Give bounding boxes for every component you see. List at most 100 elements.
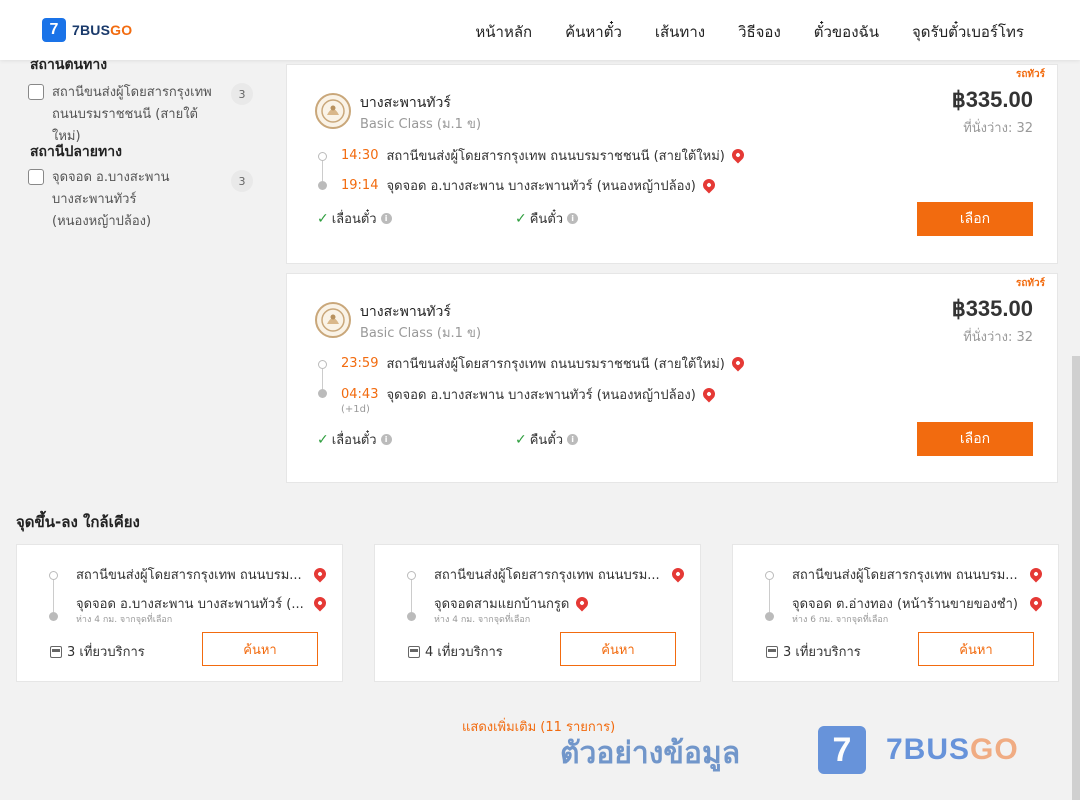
- logo-mark-icon: 7: [42, 18, 66, 42]
- depart-time: 14:30: [341, 148, 379, 163]
- to-dot: [49, 612, 58, 621]
- depart-row: 23:59 สถานีขนส่งผู้โดยสารกรุงเทพ ถนนบรมร…: [341, 353, 747, 374]
- from-dot: [49, 571, 58, 580]
- check-icon: ✓: [317, 210, 329, 227]
- dest-checkbox[interactable]: [28, 169, 44, 185]
- map-pin-icon[interactable]: [700, 385, 718, 402]
- operator-logo-icon: [315, 93, 351, 129]
- arrive-dot: [318, 389, 327, 398]
- nav-home[interactable]: หน้าหลัก: [475, 20, 532, 44]
- origin-filter-label: สถานีขนส่งผู้โดยสารกรุงเทพ ถนนบรมราชชนนี…: [52, 85, 212, 144]
- seats-available: ที่นั่งว่าง: 32: [963, 330, 1033, 345]
- nearby-card: สถานีขนส่งผู้โดยสารกรุงเทพ ถนนบรม... จุด…: [16, 544, 343, 682]
- nearby-trip-count: 4 เที่ยวบริการ: [408, 641, 503, 662]
- timeline-line: [53, 580, 54, 612]
- info-icon[interactable]: i: [380, 434, 392, 445]
- map-pin-icon[interactable]: [573, 594, 591, 611]
- info-icon[interactable]: i: [567, 434, 579, 445]
- nearby-search-button[interactable]: ค้นหา: [560, 632, 676, 666]
- next-day-indicator: (+1d): [341, 404, 370, 415]
- arrive-stop: จุดจอด อ.บางสะพาน บางสะพานทัวร์ (หนองหญ้…: [386, 388, 696, 403]
- operator-name: บางสะพานทัวร์: [360, 304, 451, 320]
- dest-filter-label: จุดจอด อ.บางสะพาน บางสะพานทัวร์ (หนองหญ้…: [52, 170, 170, 229]
- origin-filter-item[interactable]: สถานีขนส่งผู้โดยสารกรุงเทพ ถนนบรมราชชนนี…: [28, 82, 220, 148]
- map-pin-icon[interactable]: [311, 594, 329, 611]
- info-icon[interactable]: i: [380, 213, 392, 224]
- top-header: 7 7BUSGO หน้าหลัก ค้นหาตั๋ว เส้นทาง วิธี…: [0, 0, 1080, 60]
- trip-card: รถทัวร์ บางสะพานทัวร์ Basic Class (ม.1 ข…: [286, 64, 1058, 264]
- watermark-brand-accent: GO: [970, 733, 1019, 766]
- timeline-line: [322, 369, 323, 389]
- to-dot: [765, 612, 774, 621]
- nearby-from-row: สถานีขนส่งผู้โดยสารกรุงเทพ ถนนบรม...: [792, 564, 1046, 585]
- nearby-card: สถานีขนส่งผู้โดยสารกรุงเทพ ถนนบรม... จุด…: [374, 544, 701, 682]
- refund-policy: ✓ คืนตั๋ว i: [515, 429, 579, 450]
- nearby-from-stop: สถานีขนส่งผู้โดยสารกรุงเทพ ถนนบรม...: [76, 568, 302, 583]
- dest-filter-heading: สถานีปลายทาง: [30, 144, 122, 160]
- info-icon[interactable]: i: [567, 213, 579, 224]
- timeline-line: [411, 580, 412, 612]
- map-pin-icon[interactable]: [311, 565, 329, 582]
- page-scrollbar[interactable]: [1072, 356, 1080, 800]
- reschedule-policy: ✓ เลื่อนตั๋ว i: [317, 429, 392, 450]
- reschedule-label: เลื่อนตั๋ว: [331, 433, 377, 448]
- map-pin-icon[interactable]: [700, 176, 718, 193]
- nearby-distance: ห่าง 4 กม. จากจุดที่เลือก: [434, 615, 531, 625]
- from-dot: [765, 571, 774, 580]
- nearby-trip-count: 3 เที่ยวบริการ: [766, 641, 861, 662]
- trip-card: รถทัวร์ บางสะพานทัวร์ Basic Class (ม.1 ข…: [286, 273, 1058, 483]
- nearby-to-row: จุดจอด อ.บางสะพาน บางสะพานทัวร์ (...: [76, 593, 330, 614]
- map-pin-icon[interactable]: [669, 565, 687, 582]
- map-pin-icon[interactable]: [729, 146, 747, 163]
- depart-dot: [318, 152, 327, 161]
- nav-routes[interactable]: เส้นทาง: [655, 20, 705, 44]
- site-logo[interactable]: 7 7BUSGO: [42, 18, 132, 42]
- nav-my-tickets[interactable]: ตั๋วของฉัน: [814, 20, 879, 44]
- bus-class: Basic Class (ม.1 ข): [360, 117, 482, 132]
- bus-icon: [766, 645, 778, 658]
- dest-filter-item[interactable]: จุดจอด อ.บางสะพาน บางสะพานทัวร์ (หนองหญ้…: [28, 167, 220, 233]
- nearby-distance: ห่าง 4 กม. จากจุดที่เลือก: [76, 615, 173, 625]
- nearby-to-stop: จุดจอดสามแยกบ้านกรูด: [434, 597, 570, 612]
- depart-dot: [318, 360, 327, 369]
- nearby-search-button[interactable]: ค้นหา: [918, 632, 1034, 666]
- check-icon: ✓: [515, 210, 527, 227]
- nearby-trip-count: 3 เที่ยวบริการ: [50, 641, 145, 662]
- reschedule-policy: ✓ เลื่อนตั๋ว i: [317, 208, 392, 229]
- check-icon: ✓: [515, 431, 527, 448]
- map-pin-icon[interactable]: [729, 354, 747, 371]
- nav-how-to-book[interactable]: วิธีจอง: [738, 20, 781, 44]
- nearby-trips-label: 3 เที่ยวบริการ: [67, 645, 145, 660]
- to-dot: [407, 612, 416, 621]
- nearby-section-title: จุดขึ้น-ลง ใกล้เคียง: [16, 513, 140, 531]
- arrive-time: 19:14: [341, 178, 379, 193]
- map-pin-icon[interactable]: [1027, 594, 1045, 611]
- map-pin-icon[interactable]: [1027, 565, 1045, 582]
- nearby-from-stop: สถานีขนส่งผู้โดยสารกรุงเทพ ถนนบรม...: [792, 568, 1018, 583]
- nearby-from-stop: สถานีขนส่งผู้โดยสารกรุงเทพ ถนนบรม...: [434, 568, 660, 583]
- seats-available: ที่นั่งว่าง: 32: [963, 121, 1033, 136]
- bus-icon: [50, 645, 62, 658]
- arrive-row: 04:43 จุดจอด อ.บางสะพาน บางสะพานทัวร์ (ห…: [341, 384, 718, 405]
- nearby-distance: ห่าง 6 กม. จากจุดที่เลือก: [792, 615, 889, 625]
- operator-logo-icon: [315, 302, 351, 338]
- bus-class: Basic Class (ม.1 ข): [360, 326, 482, 341]
- origin-checkbox[interactable]: [28, 84, 44, 100]
- nav-ticket-pickup[interactable]: จุดรับตั๋วเบอร์โทร: [912, 20, 1024, 44]
- logo-brand-accent: GO: [110, 22, 133, 38]
- vehicle-type-tag: รถทัวร์: [1015, 69, 1045, 80]
- arrive-stop: จุดจอด อ.บางสะพาน บางสะพานทัวร์ (หนองหญ้…: [386, 179, 696, 194]
- refund-label: คืนตั๋ว: [529, 433, 564, 448]
- nav-search-ticket[interactable]: ค้นหาตั๋ว: [565, 20, 622, 44]
- vehicle-type-tag: รถทัวร์: [1015, 278, 1045, 289]
- select-trip-button[interactable]: เลือก: [917, 422, 1033, 456]
- reschedule-label: เลื่อนตั๋ว: [331, 212, 377, 227]
- watermark-brand: 7BUSGO: [886, 733, 1019, 767]
- select-trip-button[interactable]: เลือก: [917, 202, 1033, 236]
- arrive-dot: [318, 181, 327, 190]
- arrive-time: 04:43: [341, 387, 379, 402]
- nearby-search-button[interactable]: ค้นหา: [202, 632, 318, 666]
- nearby-from-row: สถานีขนส่งผู้โดยสารกรุงเทพ ถนนบรม...: [76, 564, 330, 585]
- timeline-line: [322, 161, 323, 181]
- watermark-logo-icon: 7: [818, 726, 866, 774]
